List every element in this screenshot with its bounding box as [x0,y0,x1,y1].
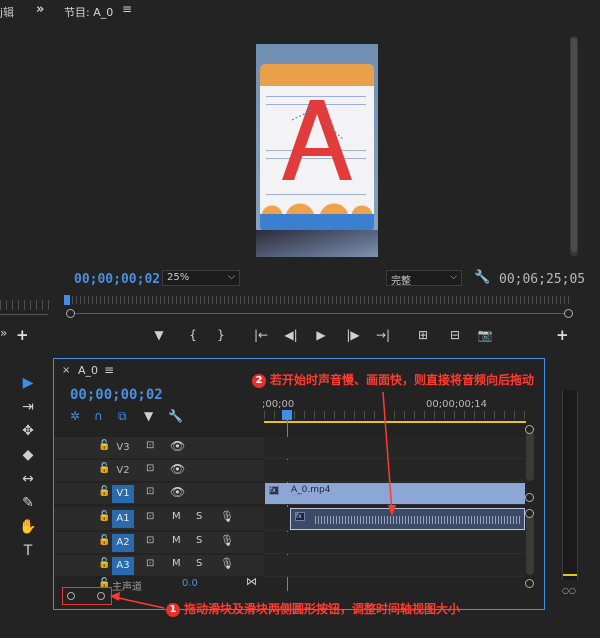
annotation-number-1: 1 [166,603,180,617]
annotation-1: 1 拖动滑块及滑块两侧圆形按钮，调整时间轴视图大小 [166,600,460,617]
annotation-number-2: 2 [252,374,266,388]
annotation-text-2: 若开始时声音慢、画面快，则直接将音频向后拖动 [270,373,535,387]
annotation-arrow-2 [382,391,393,513]
annotation-arrow-1 [113,596,165,609]
annotation-arrowhead-2 [388,505,396,516]
annotation-arrowhead-1 [110,592,120,601]
annotation-2: 2 若开始时声音慢、画面快，则直接将音频向后拖动 [252,371,534,388]
annotation-arrows [110,391,396,609]
annotation-text-1: 拖动滑块及滑块两侧圆形按钮，调整时间轴视图大小 [184,602,461,616]
